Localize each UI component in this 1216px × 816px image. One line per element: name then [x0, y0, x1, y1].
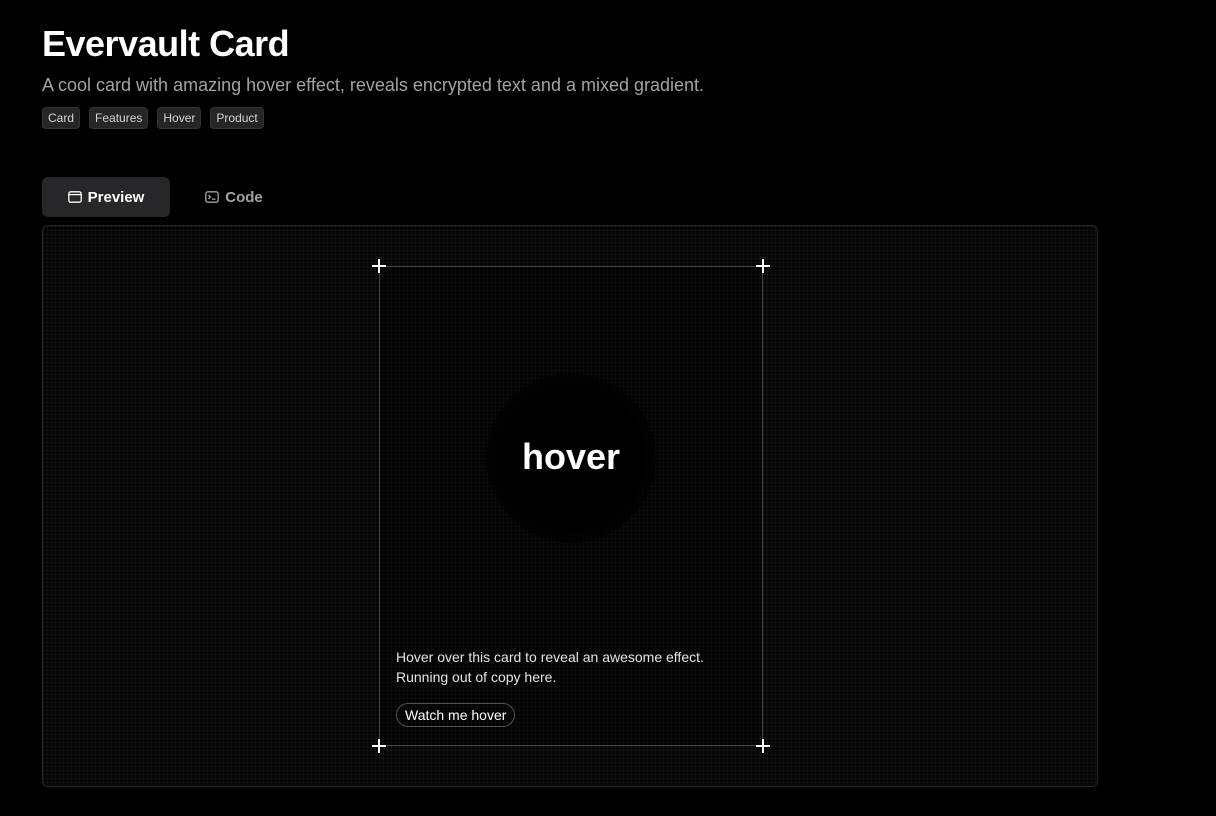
card-description: Hover over this card to reveal an awesom… [396, 649, 704, 685]
plus-icon [756, 259, 770, 273]
tab-code[interactable]: Code [170, 177, 298, 217]
tag-card[interactable]: Card [42, 107, 81, 129]
preview-panel: hover Hover over this card to reveal an … [42, 225, 1098, 787]
tag-features[interactable]: Features [89, 107, 149, 129]
tag-hover[interactable]: Hover [157, 107, 202, 129]
plus-icon [372, 259, 386, 273]
page: Evervault Card A cool card with amazing … [0, 0, 1216, 816]
evervault-card[interactable]: hover Hover over this card to reveal an … [372, 259, 770, 753]
view-tabs: Preview Code [42, 177, 298, 217]
tab-preview[interactable]: Preview [42, 177, 170, 217]
page-title: Evervault Card [42, 23, 290, 64]
tab-code-label: Code [225, 188, 263, 206]
terminal-icon [205, 191, 220, 203]
card-hover-text: hover [521, 436, 621, 477]
page-subtitle: A cool card with amazing hover effect, r… [42, 75, 705, 95]
plus-icon [372, 739, 386, 753]
preview-window-icon [67, 191, 82, 203]
watch-me-hover-button[interactable]: Watch me hover [396, 703, 516, 727]
tag-list: Card Features Hover Product [42, 107, 264, 129]
plus-icon [756, 739, 770, 753]
tab-preview-label: Preview [87, 188, 145, 206]
tag-product[interactable]: Product [210, 107, 264, 129]
